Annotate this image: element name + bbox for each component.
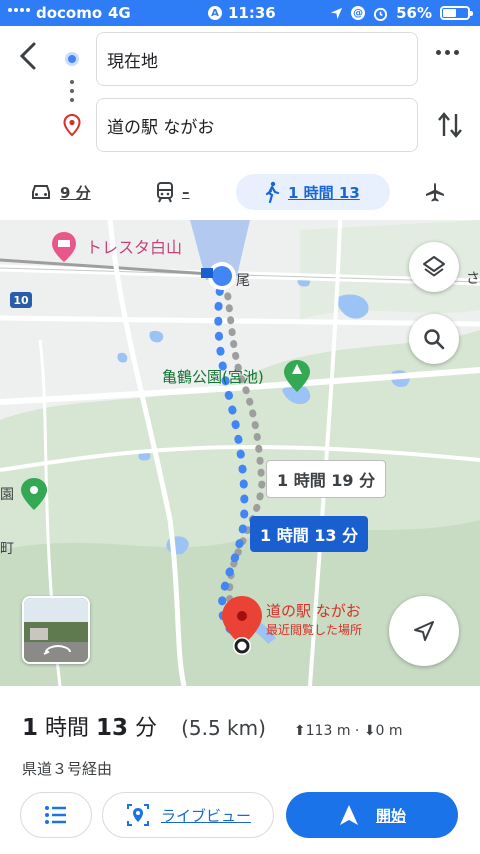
live-view-icon <box>126 804 149 826</box>
route-distance: (5.5 km) <box>181 716 266 740</box>
map-label-hotel[interactable]: トレスタ白山 <box>86 234 182 258</box>
airplane-icon <box>426 183 444 202</box>
tab-transit-label: – <box>182 183 190 201</box>
connector-dots-icon <box>70 80 74 102</box>
descent-icon: ⬇ <box>363 723 376 739</box>
more-options-icon[interactable] <box>436 50 459 55</box>
tab-flights[interactable] <box>424 174 446 210</box>
destination-pin-icon <box>63 113 81 140</box>
route-duration: 1 時間 13 分 <box>22 715 158 741</box>
start-label: 開始 <box>375 806 406 825</box>
status-bar: docomo 4G A 11:36 @ 56% <box>0 0 480 26</box>
alarm-icon <box>374 7 388 21</box>
battery-percent: 56% <box>396 4 432 22</box>
lock-rotation-icon: @ <box>351 6 366 20</box>
tab-transit[interactable]: – <box>156 174 190 210</box>
navigation-arrow-icon <box>414 621 434 641</box>
recenter-button[interactable] <box>389 596 459 666</box>
carrier-label: docomo <box>36 4 103 22</box>
origin-text: 現在地 <box>107 51 158 72</box>
list-icon <box>45 806 66 824</box>
network-label: 4G <box>108 4 131 22</box>
search-along-route-button[interactable] <box>409 314 459 364</box>
battery-icon <box>440 6 473 20</box>
walking-icon <box>265 181 280 203</box>
layers-icon <box>423 256 445 277</box>
ascent-icon: ⬆ <box>293 723 306 739</box>
map-label-edge-en: 園 <box>0 487 14 503</box>
start-navigation-button[interactable]: 開始 <box>286 792 458 838</box>
tab-driving-label: 9 分 <box>60 183 91 202</box>
travel-mode-tabs: 9 分 – 1 時間 13 <box>0 168 480 216</box>
clock: 11:36 <box>228 4 276 22</box>
route-summary-panel: 1 時間 13 分 (5.5 km) ⬆113 m · ⬇0 m 県道３号経由 … <box>0 686 480 854</box>
steps-button[interactable] <box>20 792 92 838</box>
map-label-edge-sa: さ <box>466 271 480 287</box>
tab-walking-label: 1 時間 13 <box>288 183 360 202</box>
tab-driving[interactable]: 9 分 <box>30 174 91 210</box>
map-label-station: 尾 <box>236 273 250 289</box>
destination-subtitle: 最近閲覧した場所 <box>266 623 363 637</box>
destination-field[interactable]: 道の駅 ながお <box>96 98 418 152</box>
train-icon <box>157 182 173 203</box>
alternate-route-badge[interactable]: 1 時間 19 分 <box>266 460 387 498</box>
search-icon <box>424 329 445 350</box>
map-view[interactable]: 10 トレスタ白山 尾 さ 亀鶴公園(宮池) 園 町 道の駅 ながお 最近閲覧し… <box>0 220 480 686</box>
swap-icon[interactable] <box>436 110 464 144</box>
live-view-button[interactable]: ライブビュー <box>102 792 274 838</box>
location-services-icon <box>331 7 343 19</box>
hotel-marker-icon <box>52 232 76 262</box>
main-route-badge[interactable]: 1 時間 13 分 <box>250 516 369 552</box>
map-label-park[interactable]: 亀鶴公園(宮池) <box>162 366 264 387</box>
origin-dot-icon <box>65 52 79 66</box>
elevation-change: ⬆113 m · ⬇0 m <box>293 723 403 739</box>
signal-icon <box>8 8 30 12</box>
orientation-lock-icon: A <box>208 6 222 20</box>
back-button[interactable] <box>14 38 46 74</box>
svg-text:10: 10 <box>13 294 29 307</box>
origin-field[interactable]: 現在地 <box>96 32 418 86</box>
destination-text: 道の駅 ながお <box>107 117 215 138</box>
map-label-destination[interactable]: 道の駅 ながお 最近閲覧した場所 <box>266 602 362 640</box>
back-arrow-icon <box>19 42 36 70</box>
live-view-label: ライブビュー <box>160 806 251 825</box>
layers-button[interactable] <box>409 242 459 292</box>
tab-walking[interactable]: 1 時間 13 <box>236 174 390 210</box>
car-icon <box>32 185 50 199</box>
street-view-thumbnail[interactable] <box>22 596 90 664</box>
map-label-edge-machi: 町 <box>0 541 14 557</box>
destination-name: 道の駅 ながお <box>266 602 361 620</box>
start-arrow-icon <box>339 805 358 825</box>
route-summary: 1 時間 13 分 (5.5 km) ⬆113 m · ⬇0 m <box>22 710 403 742</box>
route-via: 県道３号経由 <box>22 760 113 778</box>
